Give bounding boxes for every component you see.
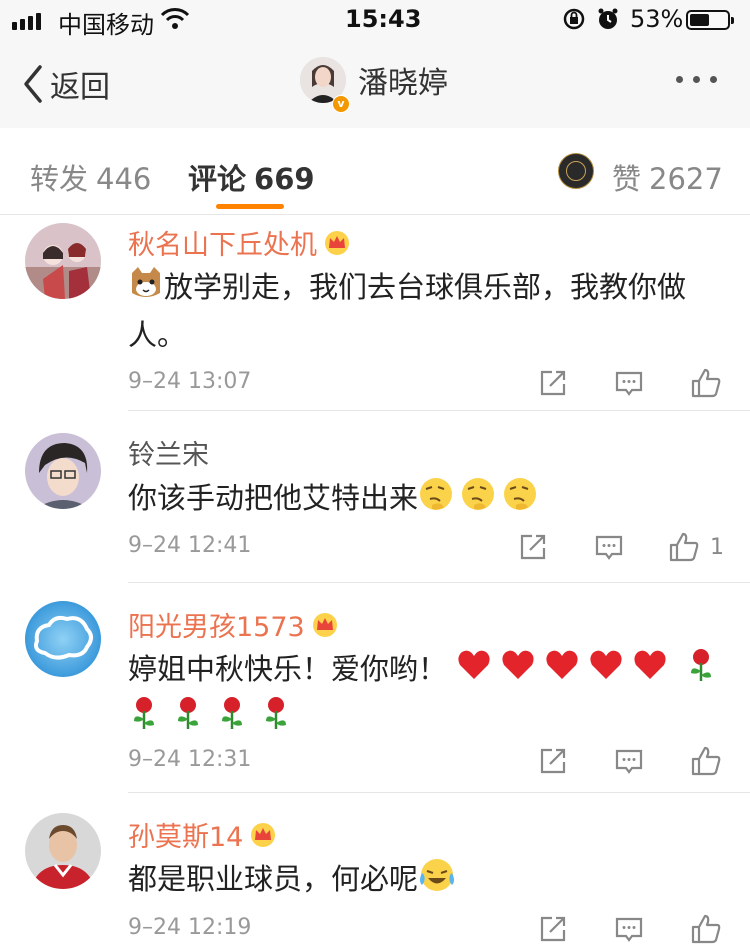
divider	[128, 582, 750, 583]
rotation-lock-icon	[562, 7, 586, 37]
comment-meta: 9–24 12:19	[128, 909, 724, 949]
comment-button[interactable]	[614, 363, 644, 403]
commenter-name[interactable]: 孙莫斯14	[128, 815, 277, 854]
comment-button[interactable]	[614, 909, 644, 949]
comment-time: 9–24 12:31	[128, 747, 252, 772]
share-icon	[540, 370, 566, 396]
tab-likes[interactable]: 赞 2627	[612, 156, 723, 198]
like-icon	[691, 746, 721, 776]
crown-icon	[249, 822, 277, 848]
like-button[interactable]	[690, 909, 722, 949]
comment-button[interactable]	[594, 527, 624, 567]
rose-emoji-icon	[685, 647, 717, 695]
crown-icon	[311, 612, 339, 638]
comment-text-content: 放学别走，我们去台球俱乐部，我教你做人。	[128, 270, 687, 352]
cat-emoji-icon	[128, 265, 164, 313]
comment-text: 都是职业球员，何必呢	[128, 857, 724, 905]
page-title[interactable]: 潘晓婷	[300, 57, 448, 103]
comment-icon	[615, 749, 643, 774]
comment-meta: 9–24 12:31	[128, 741, 724, 781]
back-button[interactable]: 返回	[22, 62, 110, 106]
share-button[interactable]	[538, 909, 568, 949]
comment-time: 9–24 12:41	[128, 533, 252, 558]
comment-meta: 9–24 13:07	[128, 363, 724, 403]
like-button[interactable]	[690, 741, 722, 781]
tab-reposts-count: 446	[96, 162, 152, 196]
commenter-name[interactable]: 阳光男孩1573	[128, 605, 339, 644]
tab-likes-count: 2627	[649, 162, 723, 196]
share-icon	[520, 534, 546, 560]
share-icon	[540, 748, 566, 774]
share-button[interactable]	[538, 363, 568, 403]
comment-button[interactable]	[614, 741, 644, 781]
comment-meta: 9–24 12:41 1	[128, 527, 724, 567]
like-medal-icon	[558, 153, 594, 189]
like-button[interactable]: 1	[668, 527, 724, 567]
comment-text-content: 你该手动把他艾特出来	[128, 481, 419, 515]
alarm-icon	[596, 7, 620, 37]
commenter-name-text: 阳光男孩1573	[128, 612, 305, 643]
verified-badge: v	[332, 95, 350, 113]
comment-icon	[615, 371, 643, 396]
tab-comments-label: 评论	[188, 162, 247, 196]
like-count: 1	[710, 534, 724, 560]
comment-time: 9–24 12:19	[128, 915, 252, 940]
share-button[interactable]	[538, 741, 568, 781]
navigation-bar: 返回 潘晓婷 v	[0, 40, 750, 128]
laugh-cry-emoji-icon	[418, 857, 456, 905]
tab-comments[interactable]: 评论 669	[188, 156, 315, 198]
back-label: 返回	[50, 70, 110, 105]
thinking-emoji-icon	[418, 475, 538, 525]
tab-reposts[interactable]: 转发 446	[30, 156, 151, 198]
tab-bar: 转发 446 评论 669 赞 2627	[0, 128, 750, 215]
avatar[interactable]	[25, 433, 101, 509]
top-bar: 中国移动 15:43 53% 返回 潘晓婷 v	[0, 0, 750, 129]
comment-icon	[595, 535, 623, 560]
share-button[interactable]	[518, 527, 548, 567]
crown-icon	[323, 230, 351, 256]
share-icon	[540, 916, 566, 942]
wifi-icon	[160, 6, 190, 36]
like-button[interactable]	[690, 363, 722, 403]
comment-text: 婷姐中秋快乐！爱你哟！	[128, 647, 724, 743]
avatar[interactable]	[25, 601, 101, 677]
tab-likes-label: 赞	[612, 162, 642, 196]
commenter-name-text: 秋名山下丘处机	[128, 230, 317, 261]
like-icon	[691, 368, 721, 398]
back-chevron-icon	[24, 65, 42, 103]
comment-text: 放学别走，我们去台球俱乐部，我教你做人。	[128, 265, 724, 357]
comment-time: 9–24 13:07	[128, 369, 252, 394]
status-bar: 中国移动 15:43 53%	[0, 0, 750, 40]
commenter-name-text: 孙莫斯14	[128, 822, 244, 853]
battery-icon	[686, 10, 734, 30]
avatar[interactable]	[25, 223, 101, 299]
rose-emoji-icon	[128, 695, 308, 743]
divider	[128, 410, 750, 411]
commenter-name[interactable]: 秋名山下丘处机	[128, 223, 351, 262]
like-icon	[669, 532, 699, 562]
comment-text-content: 婷姐中秋快乐！爱你哟！	[128, 652, 448, 686]
signal-icon	[12, 10, 41, 30]
like-icon	[691, 914, 721, 944]
commenter-name-text: 铃兰宋	[128, 440, 209, 471]
comment-text-content: 都是职业球员，何必呢	[128, 862, 419, 896]
divider	[128, 792, 750, 793]
more-icon[interactable]	[676, 76, 717, 83]
clock: 15:43	[345, 5, 422, 33]
carrier-label: 中国移动	[58, 11, 154, 39]
commenter-name[interactable]: 铃兰宋	[128, 433, 209, 472]
active-tab-indicator	[216, 204, 284, 209]
battery-percent: 53%	[630, 5, 684, 33]
avatar[interactable]	[25, 813, 101, 889]
comment-icon	[615, 917, 643, 942]
heart-emoji-icon	[456, 647, 676, 695]
tab-comments-count: 669	[254, 162, 315, 196]
comment-text: 你该手动把他艾特出来	[128, 475, 724, 525]
author-name: 潘晓婷	[358, 66, 448, 101]
tab-reposts-label: 转发	[30, 162, 89, 196]
